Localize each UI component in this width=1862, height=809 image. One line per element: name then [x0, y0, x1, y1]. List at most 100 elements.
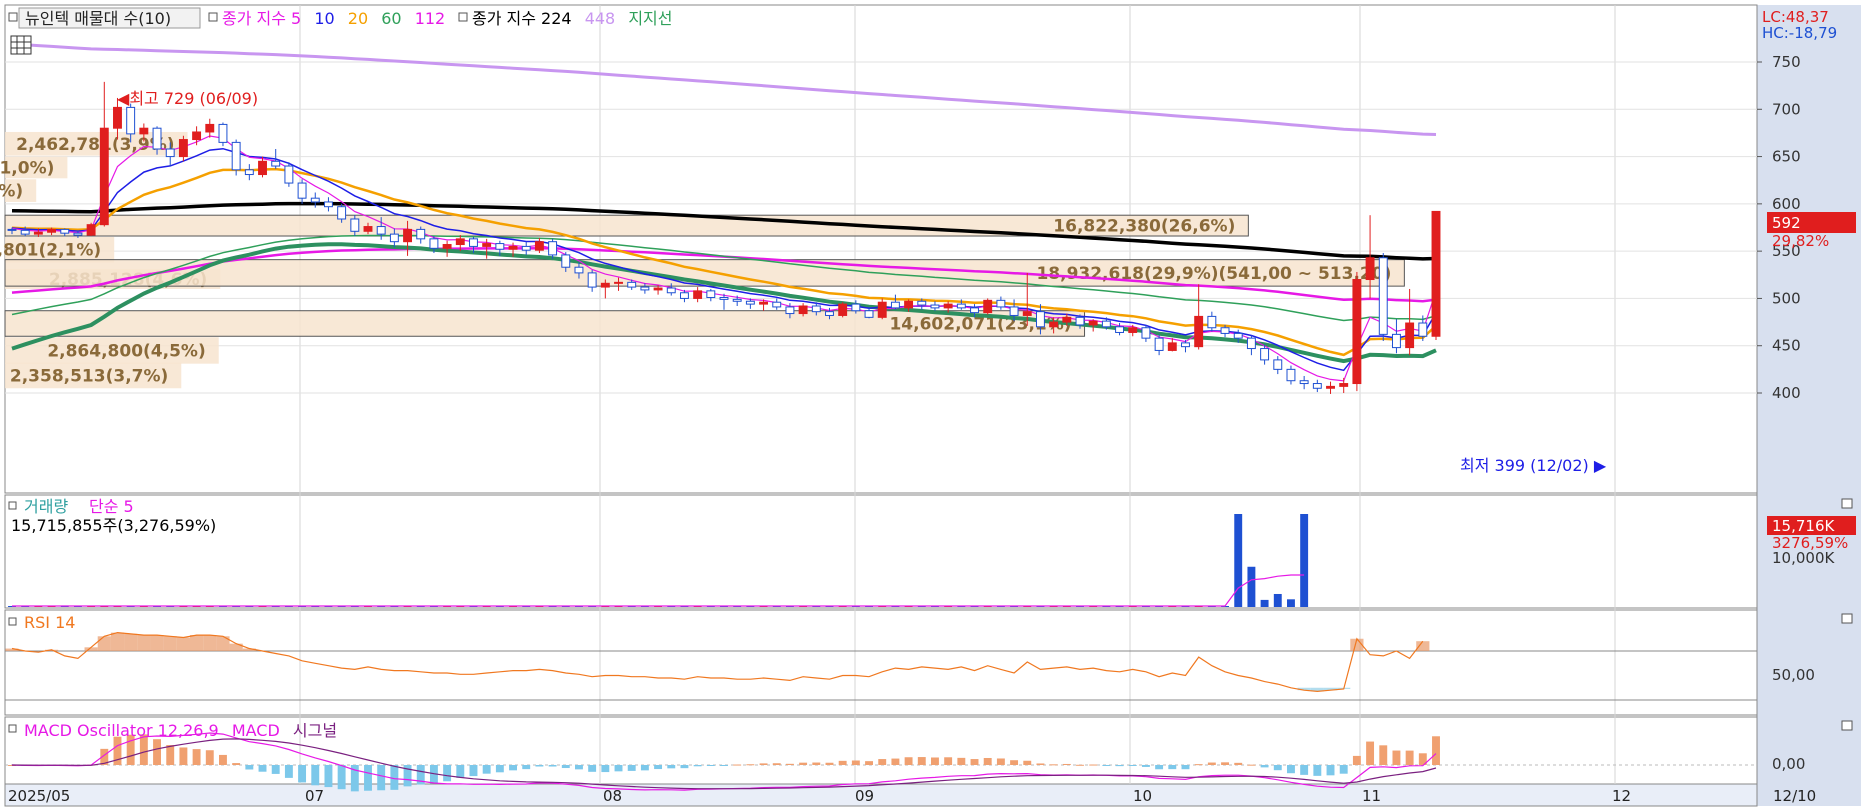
ma-period-2: 20: [348, 9, 368, 28]
candle-body: [1418, 322, 1428, 337]
macd-osc-bar: [865, 761, 873, 765]
macd-osc-bar: [891, 758, 900, 765]
macd-osc-bar: [759, 763, 768, 765]
volume-profile-label: 2,864,800(4,5%): [47, 341, 205, 361]
macd-osc-bar: [179, 747, 188, 765]
volume-checkbox[interactable]: [8, 501, 17, 510]
rsi-overbought-fill: [1416, 641, 1430, 651]
macd-osc-bar: [548, 765, 557, 767]
volume-title: 거래량: [24, 497, 68, 516]
candle-body: [1233, 332, 1243, 339]
ma-period-1: 10: [314, 9, 334, 28]
legend-checkbox[interactable]: [8, 12, 18, 22]
candle-body: [772, 301, 782, 308]
candle-body: [693, 290, 703, 299]
macd-osc-bar: [1392, 750, 1401, 765]
candle-body: [627, 281, 637, 288]
macd-osc-bar: [456, 765, 465, 778]
macd-osc-bar: [575, 765, 583, 770]
macd-osc-bar: [205, 750, 214, 765]
price-tick-label: 650: [1772, 148, 1801, 166]
candle-body: [1101, 320, 1111, 328]
ma2-legend-checkbox[interactable]: [458, 12, 468, 22]
candle-body: [970, 307, 979, 314]
macd-osc-bar: [1102, 765, 1111, 766]
macd-osc-bar: [878, 759, 887, 765]
candle-body: [86, 224, 96, 236]
rsi-title: RSI 14: [24, 613, 75, 632]
volume-profile-label: 16,822,380(26,6%): [1053, 217, 1235, 237]
candle-body: [1405, 322, 1415, 349]
volume-profile-label: 1,357,801(2,1%): [0, 241, 101, 261]
x-axis-label: 07: [305, 787, 324, 805]
candle-body: [455, 238, 465, 246]
candle-body: [1167, 342, 1177, 351]
candle-body: [1260, 348, 1270, 361]
vol-value: 15,716K: [1772, 517, 1835, 535]
macd-osc-bar: [1432, 736, 1440, 765]
macd-osc-bar: [1352, 755, 1361, 765]
ma-period-4: 112: [415, 9, 446, 28]
rsi-close-icon[interactable]: [1841, 613, 1853, 624]
candle-body: [1299, 380, 1309, 385]
candle-body: [271, 160, 281, 167]
candle-body: [1022, 311, 1032, 316]
macd-label: MACD: [232, 721, 280, 740]
candle-body: [1339, 383, 1349, 387]
candle-body: [798, 305, 808, 315]
candle-body: [1115, 326, 1125, 333]
rsi-panel-frame: [4, 609, 1758, 716]
rsi-overbought-fill: [124, 633, 138, 651]
macd-osc-bar: [232, 763, 241, 765]
macd-osc-bar: [258, 765, 267, 772]
macd-osc-bar: [1155, 765, 1164, 770]
ma-legend-checkbox[interactable]: [208, 12, 218, 22]
macd-checkbox[interactable]: [8, 724, 17, 733]
macd-osc-bar: [640, 765, 649, 771]
candle-body: [864, 310, 874, 318]
ma2-legend: 종가 지수 224 448 지지선: [472, 9, 673, 28]
macd-osc-bar: [337, 765, 346, 790]
macd-close-icon[interactable]: [1841, 720, 1853, 731]
macd-osc-bar: [917, 757, 926, 765]
stock-chart: 2,885,128(4,6%)2,864,800(4,5%)2,358,513(…: [0, 4, 1861, 807]
candle-body: [1009, 306, 1019, 316]
candle-body: [442, 244, 452, 249]
candle-body: [1075, 316, 1085, 326]
candle-body: [653, 287, 663, 291]
candle-body: [548, 241, 558, 256]
macd-osc-bar: [1194, 764, 1203, 766]
candle-body: [930, 304, 940, 309]
macd-osc-bar: [680, 765, 689, 769]
macd-osc-bar: [825, 762, 834, 765]
candle-body: [482, 243, 492, 247]
macd-osc-bar: [970, 759, 979, 765]
candle-body: [890, 301, 900, 309]
macd-osc-bar: [561, 765, 570, 769]
grid-icon[interactable]: [10, 35, 32, 55]
macd-tick: 0,00: [1772, 755, 1805, 773]
price-tick-label: 450: [1772, 337, 1801, 355]
candle-body: [1049, 321, 1059, 328]
macd-osc-bar: [588, 765, 597, 772]
volume-close-icon[interactable]: [1841, 498, 1853, 509]
volume-ma-label: 단순 5: [89, 497, 134, 516]
macd-osc-bar: [495, 765, 504, 773]
macd-osc-bar: [311, 765, 320, 786]
macd-osc-bar: [1287, 765, 1295, 774]
x-axis-label: 12: [1612, 787, 1631, 805]
volume-profile-label: 2,462,781(3,9%): [16, 135, 174, 155]
macd-osc-bar: [720, 765, 728, 766]
macd-osc-bar: [1234, 762, 1243, 765]
macd-osc-bar: [1366, 741, 1375, 765]
candle-body: [231, 141, 241, 171]
candle-body: [1431, 210, 1441, 337]
candle-body: [469, 238, 478, 247]
rsi-checkbox[interactable]: [8, 617, 17, 626]
macd-osc-bar: [1076, 764, 1084, 766]
macd-osc-bar: [1062, 763, 1071, 765]
candle-body: [956, 303, 966, 309]
candle-body: [33, 231, 43, 235]
candle-body: [1194, 315, 1204, 348]
macd-osc-bar: [1273, 765, 1282, 771]
